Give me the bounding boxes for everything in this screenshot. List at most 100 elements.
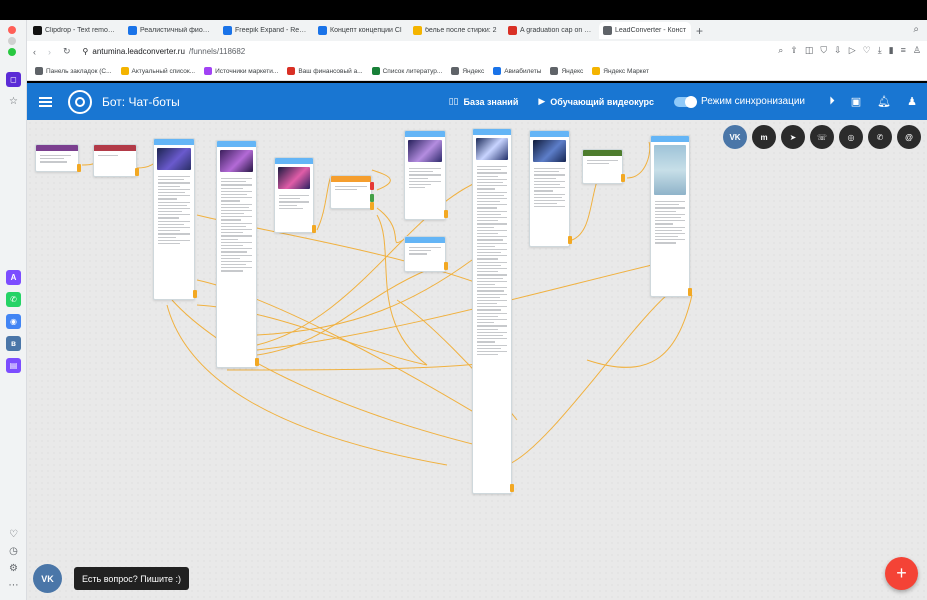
browser-tab[interactable]: Clipdrop - Text remover xyxy=(29,22,121,39)
funnel-node[interactable] xyxy=(404,236,446,272)
browser-tab[interactable]: LeadConverter - Конст xyxy=(599,22,691,39)
node-output-port[interactable] xyxy=(688,288,692,296)
back-icon[interactable]: ‹ xyxy=(33,47,36,57)
url-field[interactable]: ⚲ antumina.leadconverter.ru/funnels/1186… xyxy=(83,47,246,56)
more-icon[interactable]: ⋯ xyxy=(7,579,20,592)
bell-icon[interactable]: 🔔︎ xyxy=(877,95,891,108)
tab-search-icon[interactable]: ⌕ xyxy=(913,24,919,35)
node-output-port[interactable] xyxy=(370,202,374,210)
address-bar: ‹ › ↻ ⚲ antumina.leadconverter.ru/funnel… xyxy=(27,41,927,62)
minimize-window-icon[interactable] xyxy=(8,37,16,45)
play-icon[interactable]: ▷ xyxy=(849,45,856,56)
funnel-node[interactable] xyxy=(650,135,690,297)
node-output-port[interactable] xyxy=(135,168,139,176)
viber-icon[interactable]: ☏ xyxy=(810,125,834,149)
whatsapp-icon[interactable]: ✆ xyxy=(868,125,892,149)
download-tray-icon[interactable]: ⤓ xyxy=(878,45,882,56)
favorite-icon[interactable]: ♡ xyxy=(863,45,871,56)
funnel-canvas[interactable] xyxy=(27,120,927,600)
funnel-node[interactable] xyxy=(274,157,314,233)
bookmark-label: Яндекс Маркет xyxy=(603,67,649,75)
vk-icon[interactable]: VK xyxy=(723,125,747,149)
node-output-port[interactable] xyxy=(370,194,374,202)
hamburger-menu-icon[interactable] xyxy=(39,96,52,107)
funnel-node[interactable] xyxy=(93,144,137,177)
node-output-port[interactable] xyxy=(444,262,448,270)
site-info-icon[interactable]: ⚲ xyxy=(83,47,89,56)
star-icon[interactable]: ☆ xyxy=(7,95,20,108)
node-output-port[interactable] xyxy=(568,236,572,244)
node-output-port[interactable] xyxy=(255,358,259,366)
profile-icon[interactable]: ♙ xyxy=(913,45,921,56)
funnel-node[interactable] xyxy=(35,144,79,172)
email-icon[interactable]: @ xyxy=(897,125,921,149)
funnel-node[interactable] xyxy=(529,130,570,247)
bookmark-item[interactable]: Панель закладок (С... xyxy=(35,67,112,75)
workspace-icon[interactable]: ◻ xyxy=(6,72,21,87)
notes-shortcut-icon[interactable]: ▤ xyxy=(6,358,21,373)
maximize-window-icon[interactable] xyxy=(8,48,16,56)
vk-shortcut-icon[interactable]: в xyxy=(6,336,21,351)
funnel-node[interactable] xyxy=(472,128,512,494)
browser-tab[interactable]: Freepik Expand - Resize xyxy=(219,22,311,39)
funnel-node[interactable] xyxy=(582,149,623,184)
browser-tab[interactable]: белье после стирки: 2 xyxy=(409,22,501,39)
download-icon[interactable]: ⇩ xyxy=(834,45,842,56)
node-output-port[interactable] xyxy=(621,174,625,182)
forward-icon[interactable]: › xyxy=(48,47,51,57)
leadconverter-logo[interactable] xyxy=(68,89,92,114)
instagram-icon[interactable]: ◎ xyxy=(839,125,863,149)
tab-strip: Clipdrop - Text remover Реалистичный фиол… xyxy=(27,20,927,41)
tab-title: белье после стирки: 2 xyxy=(425,27,497,34)
reload-icon[interactable]: ↻ xyxy=(63,46,71,57)
menu-icon[interactable]: ≡ xyxy=(901,45,906,56)
bookmark-item[interactable]: Яндекс xyxy=(550,67,583,75)
vk-chat-button[interactable]: VK xyxy=(33,564,62,593)
funnel-node[interactable] xyxy=(153,138,195,300)
toggle-switch[interactable] xyxy=(674,95,697,108)
zoom-icon[interactable]: ⌕ xyxy=(778,45,783,56)
screenshot-icon[interactable]: ◫ xyxy=(805,45,814,56)
heart-icon[interactable]: ♡ xyxy=(7,528,20,541)
browser-tab[interactable]: A graduation cap on top xyxy=(504,22,596,39)
bookmark-item[interactable]: Список литератур... xyxy=(371,67,442,75)
bookmark-item[interactable]: Актуальный список... xyxy=(120,67,195,75)
new-tab-button[interactable]: + xyxy=(696,24,703,38)
node-output-port[interactable] xyxy=(193,290,197,298)
history-icon[interactable]: ◷ xyxy=(7,545,20,558)
messenger-shortcut-icon[interactable]: ◉ xyxy=(6,314,21,329)
messenger-icon[interactable]: m xyxy=(752,125,776,149)
bookmark-item[interactable]: Яндекс xyxy=(451,67,484,75)
sync-mode-toggle[interactable]: Режим синхронизации xyxy=(674,95,805,108)
knowledge-base-link[interactable]: ▯▯ База знаний xyxy=(449,96,519,107)
account-icon[interactable]: ♟ xyxy=(907,95,917,108)
bookmarks-bar: Панель закладок (С... Актуальный список..… xyxy=(27,62,927,81)
node-output-port[interactable] xyxy=(370,182,374,190)
video-course-link[interactable]: ▶ Обучающий видеокурс xyxy=(538,96,654,107)
node-output-port[interactable] xyxy=(444,210,448,218)
bookmark-item[interactable]: Ваш финансовый а... xyxy=(287,67,363,75)
node-output-port[interactable] xyxy=(510,484,514,492)
save-icon[interactable]: ▣ xyxy=(851,95,861,108)
node-output-port[interactable] xyxy=(312,225,316,233)
funnel-node[interactable] xyxy=(404,130,446,220)
bookmark-item[interactable]: Авиабилеты xyxy=(493,67,541,75)
shield-icon[interactable]: ⛉ xyxy=(820,45,827,56)
bookmark-item[interactable]: Яндекс Маркет xyxy=(592,67,649,75)
funnel-node[interactable] xyxy=(216,140,257,368)
share-icon[interactable]: ⇪ xyxy=(790,45,798,56)
browser-tab[interactable]: Концепт концепции Cl xyxy=(314,22,406,39)
add-node-button[interactable]: + xyxy=(885,557,918,590)
telegram-icon[interactable]: ➤ xyxy=(781,125,805,149)
settings-icon[interactable]: ⚙ xyxy=(7,562,20,575)
sidebar-toggle-icon[interactable]: ▮ xyxy=(889,45,894,56)
bookmark-item[interactable]: Источники маркети... xyxy=(204,67,278,75)
whatsapp-shortcut-icon[interactable]: ✆ xyxy=(6,292,21,307)
run-icon[interactable]: ⏵ xyxy=(829,95,835,108)
funnel-node[interactable] xyxy=(330,175,372,209)
browser-tab[interactable]: Реалистичный фиолет xyxy=(124,22,216,39)
node-output-port[interactable] xyxy=(77,164,81,172)
tab-favicon-icon xyxy=(318,26,327,35)
close-window-icon[interactable] xyxy=(8,26,16,34)
app-shortcut-icon[interactable]: A xyxy=(6,270,21,285)
